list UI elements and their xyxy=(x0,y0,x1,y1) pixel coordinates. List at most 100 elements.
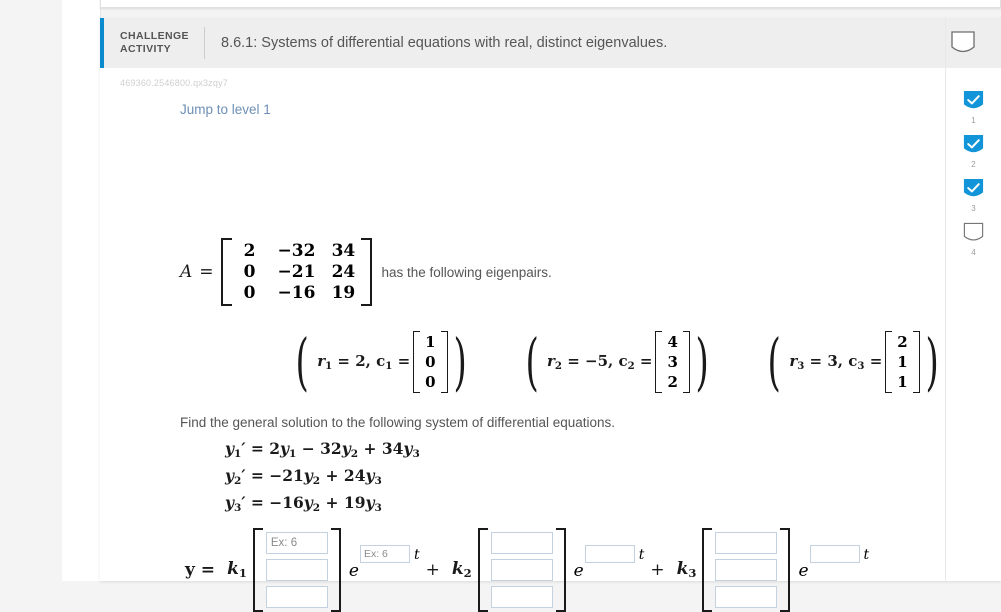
vector-entry: 4 xyxy=(667,333,678,351)
eigenpair-left-paren: ( xyxy=(525,324,539,398)
eigenpair-3-label: r3 = 3, c3 = xyxy=(789,352,883,372)
eigenpair-left-paren: ( xyxy=(295,324,309,398)
matrix-cell: −32 xyxy=(277,241,316,261)
vector-entry: 2 xyxy=(667,373,678,391)
progress-step-1[interactable]: 1 xyxy=(962,90,985,125)
matrix-a-statement: A = 2 −32 34 0 −21 24 0 −16 19 has the f… xyxy=(180,238,552,306)
matrix-cell: 24 xyxy=(331,262,356,282)
challenge-activity-card: CHALLENGE ACTIVITY 8.6.1: Systems of dif… xyxy=(100,18,1001,612)
t-letter-1: t xyxy=(413,547,420,563)
page-sidebar-gutter xyxy=(62,0,101,581)
previous-section-card xyxy=(100,0,1001,8)
e-letter-3: e xyxy=(798,561,809,581)
eigenpair-2: ( r2 = −5, c2 = 4 3 2 ) xyxy=(520,324,714,398)
system-equation-2: y2′ = −21y2 + 24y3 xyxy=(225,465,382,487)
matrix-following-text: has the following eigenpairs. xyxy=(381,264,552,280)
answer-v2-row1-input[interactable] xyxy=(490,532,553,554)
eigenvector-left-bracket xyxy=(655,331,663,393)
eigenpair-left-paren: ( xyxy=(767,324,781,398)
exponential-2: e t xyxy=(573,545,645,581)
eigenpair-1-label: r1 = 2, c1 = xyxy=(317,352,411,372)
answer-v1-row2-input[interactable] xyxy=(265,559,328,581)
coefficient-k3: k3 xyxy=(676,559,697,581)
answer-v3-row2-input[interactable] xyxy=(715,559,778,581)
answer-vector-1-right-bracket xyxy=(330,528,341,612)
matrix-cell: −21 xyxy=(277,262,316,282)
system-equation-3: y3′ = −16y2 + 19y3 xyxy=(225,492,382,514)
matrix-cell: 34 xyxy=(331,241,356,261)
matrix-a-label: A xyxy=(180,262,193,282)
answer-v1-row1-input[interactable] xyxy=(265,532,328,554)
check-badge-icon xyxy=(963,90,984,109)
answer-v3-row3-input[interactable] xyxy=(715,586,778,608)
answer-v2-row2-input[interactable] xyxy=(490,559,553,581)
empty-badge-icon xyxy=(963,222,984,241)
vector-entry: 1 xyxy=(897,373,908,391)
eigenvector-right-bracket xyxy=(440,331,448,393)
answer-vector-3-right-bracket xyxy=(780,528,791,612)
matrix-a-grid: 2 −32 34 0 −21 24 0 −16 19 xyxy=(232,238,362,306)
eigenvector-2: 4 3 2 xyxy=(662,331,682,393)
challenge-label-line1: CHALLENGE xyxy=(120,30,189,42)
eigenpair-2-label: r2 = −5, c2 = xyxy=(546,352,653,372)
answer-vector-2-left-bracket xyxy=(477,528,488,612)
coefficient-k2: k2 xyxy=(451,559,472,581)
answer-vector-2 xyxy=(488,528,556,612)
vector-entry: 1 xyxy=(425,333,436,351)
answer-vector-1 xyxy=(263,528,331,612)
progress-step-3[interactable]: 3 xyxy=(962,178,985,213)
answer-exponent-3-input[interactable] xyxy=(809,545,860,563)
answer-vector-3-left-bracket xyxy=(702,528,713,612)
progress-step-number: 1 xyxy=(971,116,976,125)
answer-vector-3 xyxy=(712,528,780,612)
eigenpair-right-paren: ) xyxy=(925,324,939,398)
answer-exponent-2-input[interactable] xyxy=(584,545,635,563)
exponential-1: e t xyxy=(349,545,420,581)
header-divider xyxy=(204,27,205,59)
activity-id: 469360.2546800.qx3zqy7 xyxy=(120,78,228,88)
matrix-cell: 0 xyxy=(243,262,256,282)
system-equation-1: y1′ = 2y1 − 32y2 + 34y3 xyxy=(225,439,420,460)
eigenvector-left-bracket xyxy=(885,331,893,393)
eigenvector-right-bracket xyxy=(682,331,690,393)
progress-step-number: 4 xyxy=(971,248,976,257)
answer-v2-row3-input[interactable] xyxy=(490,586,553,608)
eigenvector-left-bracket xyxy=(413,331,421,393)
matrix-cell: 2 xyxy=(243,241,256,261)
activity-title: 8.6.1: Systems of differential equations… xyxy=(221,35,668,51)
answer-vector-1-left-bracket xyxy=(252,528,263,612)
e-letter-1: e xyxy=(348,561,359,581)
answer-v1-row3-input[interactable] xyxy=(265,586,328,608)
eigenpair-right-paren: ) xyxy=(453,324,467,398)
progress-step-number: 3 xyxy=(971,204,976,213)
t-letter-3: t xyxy=(863,547,870,563)
jump-to-level-link[interactable]: Jump to level 1 xyxy=(180,102,271,117)
matrix-cell: 19 xyxy=(331,283,356,303)
vector-entry: 1 xyxy=(897,353,908,371)
e-letter-2: e xyxy=(573,561,584,581)
coefficient-k1: k1 xyxy=(227,559,247,581)
answer-y-label: y = xyxy=(185,560,216,580)
vector-entry: 2 xyxy=(897,333,908,351)
plus-sign-1: + xyxy=(425,560,440,580)
challenge-label-line2: ACTIVITY xyxy=(120,43,172,55)
answer-v3-row1-input[interactable] xyxy=(715,532,778,554)
instruction-text: Find the general solution to the followi… xyxy=(180,415,616,430)
vector-entry: 0 xyxy=(425,353,436,371)
header-accent-bar xyxy=(100,18,104,68)
answer-entry-row: y = k1 e t + k2 xyxy=(185,528,869,612)
eigenvector-1: 1 0 0 xyxy=(420,331,440,393)
answer-exponent-1-input[interactable] xyxy=(359,545,410,563)
progress-step-4[interactable]: 4 xyxy=(962,222,985,257)
matrix-equals-sign: = xyxy=(199,262,214,282)
progress-rail: 1 2 3 4 xyxy=(945,18,1001,581)
page-left-gutter xyxy=(0,0,62,581)
matrix-right-bracket xyxy=(361,238,373,306)
eigenpair-right-paren: ) xyxy=(695,324,709,398)
progress-step-2[interactable]: 2 xyxy=(962,134,985,169)
t-letter-2: t xyxy=(638,547,645,563)
check-badge-icon xyxy=(963,134,984,153)
eigenpair-1: ( r1 = 2, c1 = 1 0 0 ) xyxy=(290,324,472,398)
matrix-cell: −16 xyxy=(277,283,316,303)
progress-step-number: 2 xyxy=(971,160,976,169)
